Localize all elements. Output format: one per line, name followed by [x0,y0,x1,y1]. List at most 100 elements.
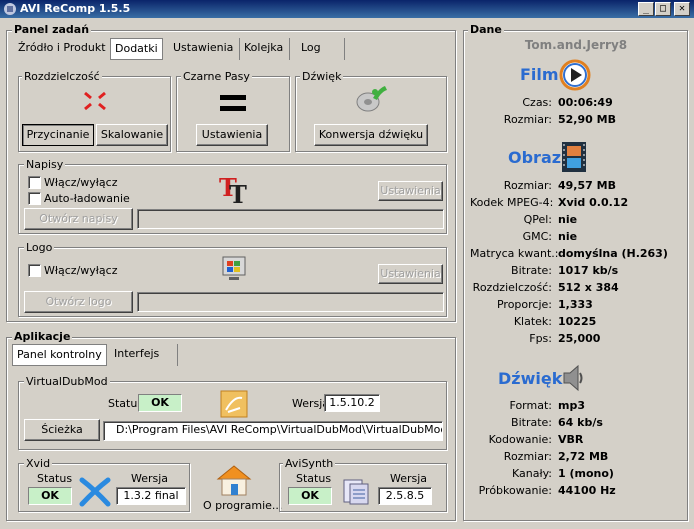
xvid-status-label: Status [37,472,73,485]
avisynth-title: AviSynth [283,457,336,470]
subtitles-path-field[interactable] [137,209,444,229]
file-name: Tom.and.Jerry8 [524,38,628,52]
sound-title: Dźwięk [300,70,344,83]
xvid-title: Xvid [24,457,53,470]
audio-heading: Dźwięk [498,369,563,388]
resolution-title: Rozdzielczość [22,70,102,83]
info-label: GMC: [522,230,552,243]
minimize-button[interactable]: _ [638,2,654,16]
subtitles-settings-button[interactable]: Ustawienia [378,181,443,201]
info-label: Format: [509,399,552,412]
xvid-version-field: 1.3.2 final [116,487,186,505]
sound-convert-icon [356,86,387,112]
xvid-status-badge: OK [28,487,72,505]
app-icon [4,3,16,15]
tab-queue[interactable]: Kolejka [238,38,291,60]
subtitles-title: Napisy [24,158,66,171]
vdm-path-button[interactable]: Ścieżka [24,419,100,441]
avisynth-version-label: Wersja [390,472,428,485]
info-value: 1,333 [558,298,593,311]
tab-interface[interactable]: Interfejs [108,344,178,366]
info-value: 44100 Hz [558,484,616,497]
info-label: Rozmiar: [503,450,552,463]
logo-enable-checkbox[interactable] [28,264,41,277]
info-value: Xvid 0.0.12 [558,196,629,209]
speaker-icon [563,364,583,392]
borders-settings-button[interactable]: Ustawienia [196,124,268,146]
info-label: QPel: [523,213,552,226]
convert-audio-button[interactable]: Konwersja dźwięku [314,124,428,146]
info-label: Rozmiar: [503,113,552,126]
scale-button[interactable]: Skalowanie [96,124,168,146]
info-value: 1 (mono) [558,467,614,480]
tab-source[interactable]: Źródło i Produkt [12,38,113,60]
info-value: nie [558,213,578,226]
panel-tabs: Źródło i Produkt Dodatki Ustawienia Kole… [12,38,452,62]
info-value: 49,57 MB [558,179,616,192]
subtitles-tt-icon: T T [219,173,247,206]
tab-control-panel[interactable]: Panel kontrolny [12,344,107,366]
close-button[interactable]: ✕ [674,2,690,16]
black-bars-icon [220,95,246,111]
info-value: 64 kb/s [558,416,603,429]
info-label: Bitrate: [511,416,552,429]
info-label: Proporcje: [496,298,552,311]
about-label[interactable]: O programie... [203,499,282,512]
vdm-title: VirtualDubMod [24,375,110,388]
vdm-status-badge: OK [138,394,182,412]
title-bar[interactable]: AVI ReComp 1.5.5 _ □ ✕ [0,0,694,18]
info-value: 25,000 [558,332,601,345]
info-label: Klatek: [513,315,552,328]
tab-extras[interactable]: Dodatki [110,38,163,60]
vdm-version-field: 1.5.10.2 [324,394,380,412]
xvid-icon [79,477,111,507]
logo-settings-button[interactable]: Ustawienia [378,264,443,284]
about-house-icon[interactable] [214,463,254,497]
maximize-button[interactable]: □ [655,2,671,16]
tab-settings[interactable]: Ustawienia [167,38,241,60]
panel-title: Panel zadań [12,23,92,36]
window-title: AVI ReComp 1.5.5 [20,2,131,15]
subtitles-enable-label: Włącz/wyłącz [44,176,118,189]
info-label: Rozmiar: [503,179,552,192]
info-value: 1017 kb/s [558,264,619,277]
avisynth-version-field: 2.5.8.5 [378,487,432,505]
borders-title: Czarne Pasy [181,70,252,83]
xvid-version-label: Wersja [131,472,169,485]
vdm-icon [220,390,248,418]
film-strip-icon [562,142,586,172]
info-title: Dane [468,23,504,36]
subtitles-enable-checkbox[interactable] [28,176,41,189]
info-label: Czas: [522,96,552,109]
info-value: 00:06:49 [558,96,613,109]
info-label: Próbkowanie: [478,484,552,497]
info-label: Rozdzielczość: [472,281,552,294]
apps-tabs: Panel kontrolny Interfejs [12,344,452,368]
logo-enable-label: Włącz/wyłącz [44,264,118,277]
open-logo-button[interactable]: Otwórz logo [24,291,133,313]
film-heading: Film [520,65,559,84]
svg-text:T: T [229,180,247,206]
info-value: 512 x 384 [558,281,619,294]
tab-log[interactable]: Log [295,38,345,60]
crop-button[interactable]: Przycinanie [22,124,94,146]
avisynth-status-label: Status [296,472,332,485]
video-heading: Obraz [508,148,562,167]
crop-icon [84,91,106,111]
open-subtitles-button[interactable]: Otwórz napisy [24,208,133,230]
tab-control-panel-label: Panel kontrolny [17,348,102,361]
logo-monitor-icon [222,256,246,280]
apps-title: Aplikacje [12,330,73,343]
subtitles-autoload-checkbox[interactable] [28,192,41,205]
play-icon [559,59,591,91]
vdm-path-field[interactable]: D:\Program Files\AVI ReComp\VirtualDubMo… [103,421,443,441]
info-value: VBR [558,433,584,446]
info-label: Matryca kwant.: [470,247,559,260]
avisynth-status-badge: OK [288,487,332,505]
info-value: nie [558,230,578,243]
subtitles-autoload-label: Auto-ładowanie [44,192,130,205]
logo-title: Logo [24,241,55,254]
info-label: Kodek MPEG-4: [470,196,554,209]
info-label: Kodowanie: [488,433,552,446]
logo-path-field[interactable] [137,292,444,312]
